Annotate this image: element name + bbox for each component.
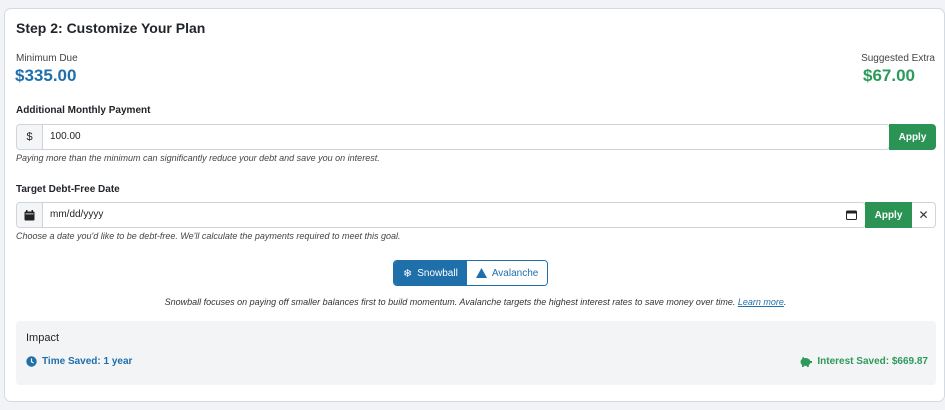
snowball-button[interactable]: ❄ Snowball bbox=[394, 261, 467, 285]
strategy-note-text: Snowball focuses on paying off smaller b… bbox=[164, 297, 736, 307]
calendar-addon bbox=[17, 203, 43, 227]
piggy-bank-icon bbox=[800, 356, 813, 367]
additional-payment-label: Additional Monthly Payment bbox=[16, 105, 151, 116]
impact-title: Impact bbox=[26, 332, 60, 344]
additional-payment-input-group: $ 100.00 bbox=[16, 124, 890, 150]
strategy-toggle: ❄ Snowball Avalanche bbox=[393, 260, 549, 286]
additional-payment-input[interactable]: 100.00 bbox=[50, 131, 81, 142]
calendar-icon bbox=[24, 209, 35, 220]
apply-date-button[interactable]: Apply bbox=[865, 202, 912, 228]
date-picker-icon[interactable] bbox=[846, 210, 857, 220]
time-saved-text: Time Saved: 1 year bbox=[42, 356, 133, 367]
minimum-due-label: Minimum Due bbox=[16, 53, 78, 64]
additional-payment-help: Paying more than the minimum can signifi… bbox=[16, 153, 380, 163]
customize-plan-card: Step 2: Customize Your Plan Minimum Due … bbox=[4, 8, 945, 402]
mountain-icon bbox=[475, 268, 487, 278]
avalanche-label: Avalanche bbox=[491, 267, 539, 279]
interest-saved: Interest Saved: $669.87 bbox=[799, 356, 928, 367]
strategy-note: Snowball focuses on paying off smaller b… bbox=[5, 297, 945, 307]
snowball-label: Snowball bbox=[417, 267, 458, 279]
learn-more-link[interactable]: Learn more bbox=[738, 297, 784, 307]
strategy-note-end: . bbox=[783, 297, 787, 307]
avalanche-button[interactable]: Avalanche bbox=[466, 261, 548, 285]
impact-panel: Impact Time Saved: 1 year Interest Saved… bbox=[16, 321, 936, 385]
clear-date-button[interactable]: ✕ bbox=[912, 202, 936, 228]
suggested-extra-label: Suggested Extra bbox=[861, 53, 935, 64]
step-title: Step 2: Customize Your Plan bbox=[16, 20, 206, 36]
target-date-input[interactable]: mm/dd/yyyy bbox=[50, 209, 103, 220]
time-saved: Time Saved: 1 year bbox=[26, 356, 132, 367]
target-date-label: Target Debt-Free Date bbox=[16, 184, 120, 195]
apply-payment-button[interactable]: Apply bbox=[889, 124, 936, 150]
snowflake-icon: ❄ bbox=[403, 267, 413, 280]
minimum-due-value: $335.00 bbox=[15, 66, 77, 85]
interest-saved-text: Interest Saved: $669.87 bbox=[817, 356, 928, 367]
currency-addon: $ bbox=[17, 125, 43, 149]
target-date-input-group: mm/dd/yyyy bbox=[16, 202, 866, 228]
target-date-help: Choose a date you'd like to be debt-free… bbox=[16, 231, 401, 241]
suggested-extra-value: $67.00 bbox=[863, 66, 915, 85]
clock-icon bbox=[26, 356, 37, 367]
